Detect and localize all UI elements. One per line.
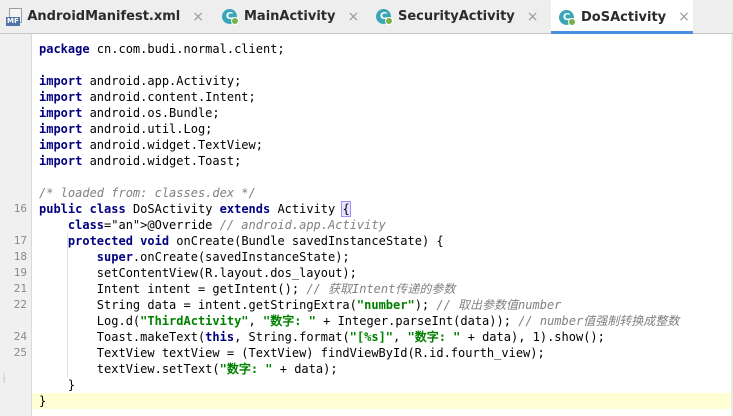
line-number: 24	[13, 330, 27, 343]
code-text: Intent intent = getIntent(); // 获取Intent…	[39, 282, 456, 296]
line-number: 18	[13, 250, 27, 263]
code-line[interactable]: import android.content.Intent;	[32, 89, 733, 105]
code-text: protected void onCreate(Bundle savedInst…	[67, 234, 444, 248]
code-text: public class DoSActivity extends Activit…	[39, 201, 351, 217]
tab-label: MainActivity	[244, 9, 336, 24]
code-text: package cn.com.budi.normal.client;	[39, 42, 285, 56]
code-text: class="an">@Override // android.app.Acti…	[67, 218, 386, 232]
code-text: import android.content.Intent;	[39, 90, 256, 104]
fold-handle-icon[interactable]: ⁞ ⁞	[3, 373, 5, 385]
code-line[interactable]: 25 TextView textView = (TextView) findVi…	[14, 345, 733, 361]
close-tab-icon[interactable]: ×	[527, 9, 539, 25]
java-class-icon: C	[222, 9, 239, 25]
code-line[interactable]	[32, 57, 733, 73]
code-editor[interactable]: package cn.com.budi.normal.client; import…	[14, 34, 733, 416]
line-number: 17	[13, 234, 27, 247]
code-text: }	[39, 394, 47, 408]
code-line[interactable]: 19 setContentView(R.layout.dos_layout);	[14, 265, 733, 281]
tab-androidmanifest[interactable]: MF AndroidManifest.xml ×	[6, 0, 204, 33]
line-number: 19	[13, 266, 27, 279]
code-line[interactable]: import android.widget.Toast;	[32, 153, 733, 169]
code-text: /* loaded from: classes.dex */	[39, 186, 256, 200]
code-text: import android.util.Log;	[39, 122, 213, 136]
tab-label: DoSActivity	[581, 9, 667, 25]
editor-tab-bar: MF AndroidManifest.xml × C MainActivity …	[0, 0, 733, 34]
code-line[interactable]: textView.setText("数字: " + data);	[32, 361, 733, 377]
code-text: super.onCreate(savedInstanceState);	[96, 250, 350, 264]
code-text: TextView textView = (TextView) findViewB…	[39, 346, 545, 360]
code-line[interactable]: }	[32, 377, 733, 393]
code-line[interactable]: import android.util.Log;	[32, 121, 733, 137]
code-line[interactable]: import android.app.Activity;	[32, 73, 733, 89]
code-line[interactable]	[32, 169, 733, 185]
code-line[interactable]: class="an">@Override // android.app.Acti…	[32, 217, 733, 233]
code-line[interactable]: Log.d("ThirdActivity", "数字: " + Integer.…	[32, 313, 733, 329]
code-line[interactable]: 21 Intent intent = getIntent(); // 获取Int…	[14, 281, 733, 297]
code-line[interactable]: }	[32, 393, 733, 409]
tab-securityactivity[interactable]: C SecurityActivity ×	[376, 0, 546, 33]
code-text: textView.setText("数字: " + data);	[39, 362, 338, 376]
code-line[interactable]: 18 super.onCreate(savedInstanceState);	[14, 249, 733, 265]
close-tab-icon[interactable]: ×	[347, 9, 359, 25]
code-text: import android.os.Bundle;	[39, 106, 220, 120]
java-class-icon: C	[376, 9, 393, 25]
code-text: import android.app.Activity;	[39, 74, 242, 88]
close-tab-icon[interactable]: ×	[192, 9, 204, 25]
line-number: 25	[13, 346, 27, 359]
code-text: import android.widget.Toast;	[39, 154, 242, 168]
code-text: Log.d("ThirdActivity", "数字: " + Integer.…	[39, 314, 680, 328]
code-line[interactable]: import android.widget.TextView;	[32, 137, 733, 153]
tab-dosactivity[interactable]: C DoSActivity ×	[551, 0, 693, 34]
code-text: setContentView(R.layout.dos_layout);	[39, 266, 357, 280]
code-line[interactable]: package cn.com.budi.normal.client;	[32, 41, 733, 57]
code-line[interactable]: 24 Toast.makeText(this, String.format("[…	[14, 329, 733, 345]
code-line[interactable]: /* loaded from: classes.dex */	[32, 185, 733, 201]
code-line[interactable]: 16 public class DoSActivity extends Activ…	[14, 201, 733, 217]
code-text: String data = intent.getStringExtra("num…	[39, 298, 562, 312]
tab-mainactivity[interactable]: C MainActivity ×	[222, 0, 362, 33]
code-line[interactable]: 17 protected void onCreate(Bundle savedI…	[14, 233, 733, 249]
tab-label: SecurityActivity	[398, 9, 515, 24]
java-class-icon: C	[559, 9, 576, 26]
code-line[interactable]: import android.os.Bundle;	[32, 105, 733, 121]
line-number: 22	[13, 298, 27, 311]
code-text: Toast.makeText(this, String.format("[%s]…	[39, 330, 605, 344]
code-text: import android.widget.TextView;	[39, 138, 263, 152]
line-number: 21	[13, 282, 27, 295]
tab-label: AndroidManifest.xml	[27, 9, 181, 24]
code-line[interactable]: 22 String data = intent.getStringExtra("…	[14, 297, 733, 313]
code-text: }	[39, 378, 76, 392]
manifest-file-icon: MF	[6, 7, 22, 26]
indent-guide	[67, 233, 68, 377]
close-tab-icon[interactable]: ×	[678, 9, 690, 25]
line-number: 16	[13, 202, 27, 215]
